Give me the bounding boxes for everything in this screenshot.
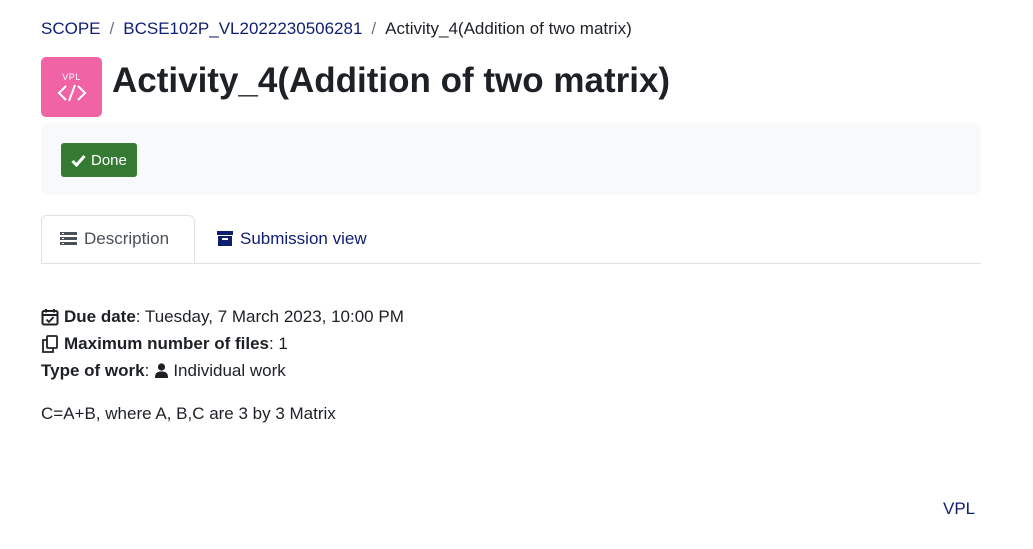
breadcrumb-separator: / [371, 19, 377, 38]
vpl-icon-label: VPL [62, 71, 81, 82]
tab-bar: Description Submission view [41, 215, 981, 264]
breadcrumb-item-course[interactable]: BCSE102P_VL2022230506281 [123, 19, 362, 38]
user-icon [155, 363, 169, 378]
footer-vpl-link[interactable]: VPL [943, 499, 975, 519]
due-date-value: : Tuesday, 7 March 2023, 10:00 PM [135, 307, 404, 326]
archive-icon [217, 231, 233, 246]
page-title: Activity_4(Addition of two matrix) [112, 61, 671, 100]
breadcrumb: SCOPE / BCSE102P_VL2022230506281 / Activity_… [41, 19, 632, 39]
activity-details: Due date: Tuesday, 7 March 2023, 10:00 P… [41, 303, 404, 384]
work-type-label: Type of work [41, 361, 145, 380]
done-button-label: Done [91, 151, 127, 169]
code-icon [57, 84, 86, 101]
completion-panel: Done [41, 123, 981, 195]
list-icon [60, 232, 77, 245]
calendar-check-icon [41, 308, 59, 326]
tab-submission-view[interactable]: Submission view [199, 215, 385, 262]
done-button[interactable]: Done [61, 143, 137, 177]
breadcrumb-item-scope[interactable]: SCOPE [41, 19, 101, 38]
activity-description: C=A+B, where A, B,C are 3 by 3 Matrix [41, 404, 336, 423]
due-date-label: Due date [64, 307, 136, 326]
check-icon [71, 154, 86, 167]
tab-submission-view-label: Submission view [240, 228, 367, 248]
max-files-label: Maximum number of files [64, 334, 269, 353]
work-type-value: Individual work [173, 361, 286, 380]
work-type-separator: : [144, 361, 150, 380]
copy-icon [41, 334, 59, 353]
vpl-activity-icon: VPL [41, 57, 102, 117]
due-date-row: Due date: Tuesday, 7 March 2023, 10:00 P… [41, 303, 404, 330]
tab-description-label: Description [84, 229, 170, 248]
work-type-row: Type of work: Individual work [41, 357, 404, 384]
tab-description[interactable]: Description [41, 215, 195, 263]
max-files-row: Maximum number of files: 1 [41, 330, 404, 357]
breadcrumb-separator: / [109, 19, 115, 38]
breadcrumb-item-current: Activity_4(Addition of two matrix) [385, 19, 632, 38]
max-files-value: : 1 [268, 334, 288, 353]
